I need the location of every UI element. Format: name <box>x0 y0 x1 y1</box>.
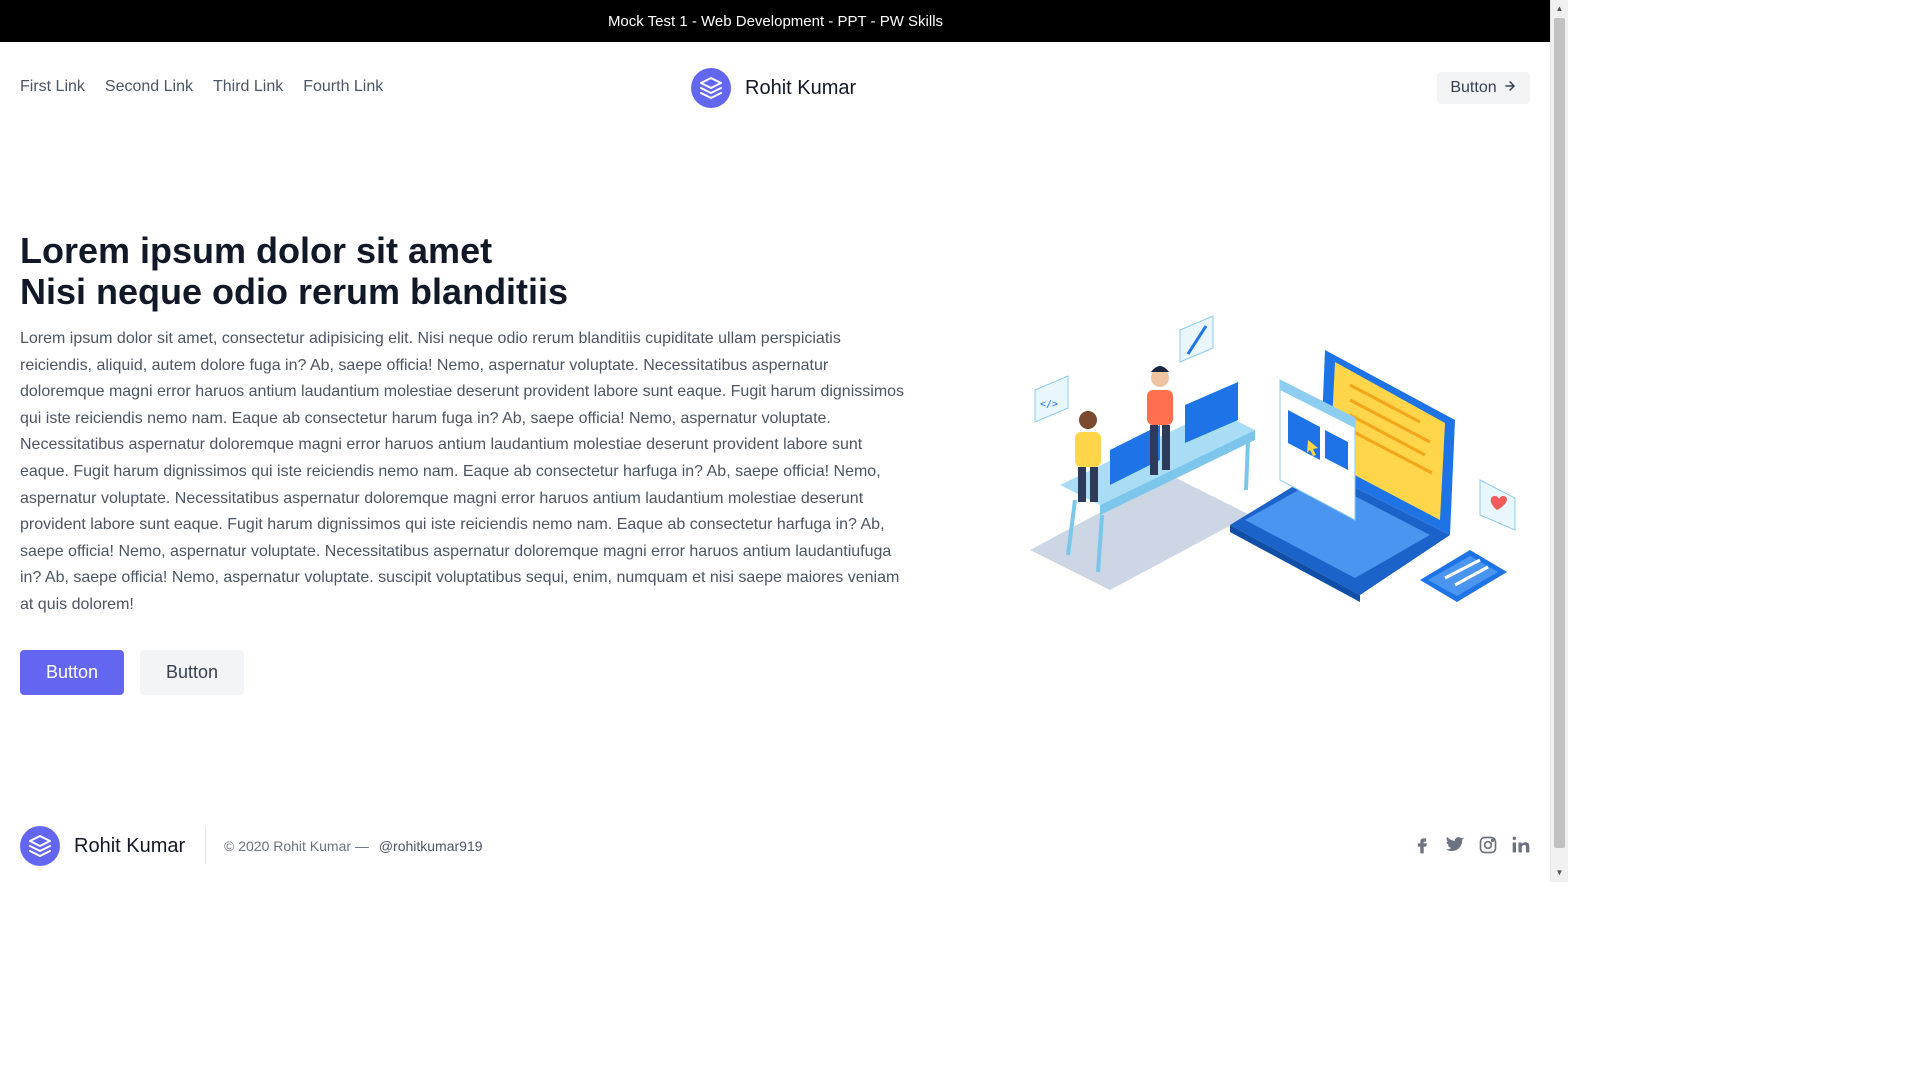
social-links <box>1412 835 1531 855</box>
hero-paragraph: Lorem ipsum dolor sit amet, consectetur … <box>20 330 905 613</box>
nav-link-fourth[interactable]: Fourth Link <box>303 78 383 96</box>
footer-brand[interactable]: Rohit Kumar <box>20 826 185 866</box>
arrow-right-icon <box>1503 79 1517 98</box>
brand-name: Rohit Kumar <box>745 76 857 99</box>
layers-logo-icon <box>691 68 731 108</box>
footer-copyright: © 2020 Rohit Kumar — @rohitkumar919 <box>224 838 483 854</box>
hero-title-line-2: Nisi neque odio rerum blanditiis <box>20 271 569 312</box>
hero-title: Lorem ipsum dolor sit amet Nisi neque od… <box>20 230 568 312</box>
svg-text:</>: </> <box>1040 399 1058 410</box>
facebook-icon[interactable] <box>1412 835 1432 855</box>
nav-link-second[interactable]: Second Link <box>105 78 193 96</box>
primary-button[interactable]: Button <box>20 650 124 695</box>
nav-link-third[interactable]: Third Link <box>213 78 283 96</box>
secondary-button[interactable]: Button <box>140 650 244 695</box>
copyright-text: © 2020 Rohit Kumar — <box>224 838 369 854</box>
scrollbar-thumb[interactable] <box>1554 18 1565 848</box>
footer-layers-logo-icon <box>20 826 60 866</box>
window-title-bar: Mock Test 1 - Web Development - PPT - PW… <box>0 0 1551 42</box>
header-button-label: Button <box>1450 79 1497 96</box>
hero-illustration: </> <box>1030 315 1516 602</box>
nav-link-first[interactable]: First Link <box>20 78 85 96</box>
scroll-down-arrow-icon[interactable]: ▼ <box>1551 866 1568 880</box>
twitter-icon[interactable] <box>1445 835 1465 855</box>
header-brand[interactable]: Rohit Kumar <box>691 68 856 108</box>
header-nav: First Link Second Link Third Link Fourth… <box>20 78 383 96</box>
vertical-scrollbar[interactable]: ▲ ▼ <box>1550 0 1568 882</box>
scroll-up-arrow-icon[interactable]: ▲ <box>1551 2 1568 16</box>
footer-divider <box>205 826 206 864</box>
header-button[interactable]: Button <box>1437 72 1530 104</box>
window-title: Mock Test 1 - Web Development - PPT - PW… <box>607 12 944 30</box>
footer-handle-link[interactable]: @rohitkumar919 <box>379 838 483 854</box>
footer-brand-name: Rohit Kumar <box>74 834 186 857</box>
hero-title-line-1: Lorem ipsum dolor sit amet <box>20 230 493 271</box>
instagram-icon[interactable] <box>1478 835 1498 855</box>
linkedin-icon[interactable] <box>1511 835 1531 855</box>
